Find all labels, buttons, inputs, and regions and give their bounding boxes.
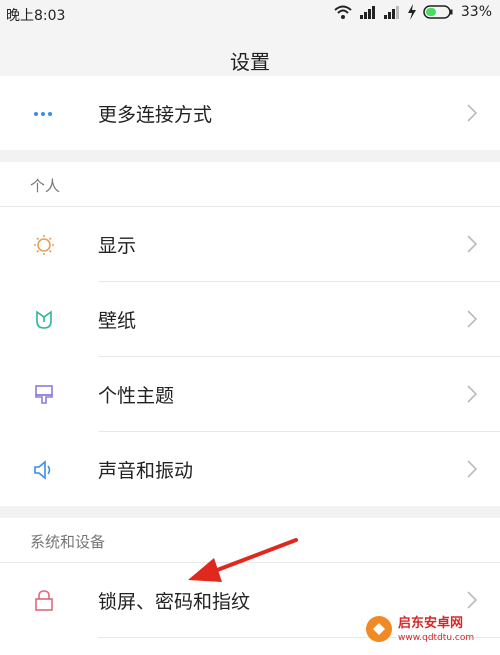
watermark-url: www.qdtdtu.com	[398, 633, 475, 643]
watermark-logo-icon	[364, 614, 394, 648]
watermark-text: 启东安卓网	[398, 616, 464, 631]
watermark: 启东安卓网 www.qdtdtu.com	[364, 613, 494, 649]
annotation-arrow	[188, 538, 298, 582]
